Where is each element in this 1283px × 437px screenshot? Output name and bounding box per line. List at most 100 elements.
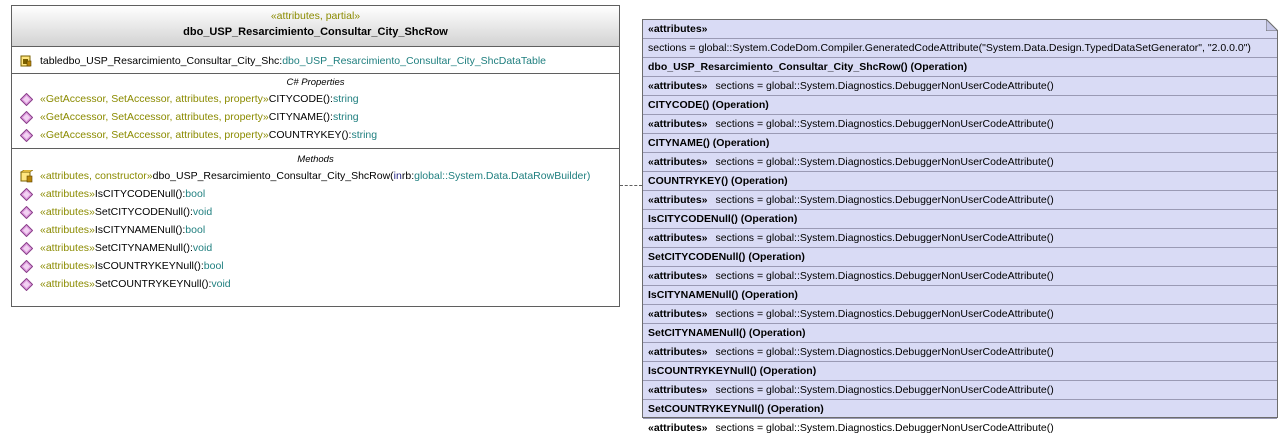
- note-entry-label: «attributes»: [648, 194, 708, 206]
- note-entry-value: sections = global::System.Diagnostics.De…: [715, 270, 1054, 282]
- note-entry-attributes: «attributes» sections = global::System.Di…: [643, 229, 1277, 248]
- method-type: bool: [203, 260, 224, 272]
- property-diamond-icon: [12, 92, 40, 106]
- note-entry-attributes: «attributes» sections = global::System.Di…: [643, 381, 1277, 400]
- constructor-lock-icon: [12, 169, 40, 183]
- property-type: string: [332, 111, 359, 123]
- property-stereotype: «GetAccessor, SetAccessor, attributes, p…: [40, 129, 269, 141]
- note-entry-value: sections = global::System.Diagnostics.De…: [715, 308, 1054, 320]
- note-entry-label: «attributes»: [648, 80, 708, 92]
- method-row[interactable]: «attributes» IsCITYNAMENull(): bool: [12, 221, 619, 239]
- note-header-value: sections = global::System.CodeDom.Compil…: [648, 42, 1251, 54]
- note-entry-value: sections = global::System.Diagnostics.De…: [715, 346, 1054, 358]
- method-stereotype: «attributes»: [40, 278, 95, 290]
- property-type: string: [332, 93, 359, 105]
- method-stereotype: «attributes»: [40, 188, 95, 200]
- note-entry-value: sections = global::System.Diagnostics.De…: [715, 384, 1054, 396]
- note-entry-title: SetCITYCODENull() (Operation): [643, 248, 1277, 267]
- attributes-note[interactable]: «attributes» sections = global::System.C…: [642, 19, 1278, 434]
- property-name: CITYNAME():: [268, 111, 333, 123]
- method-name: IsCOUNTRYKEYNull():: [94, 260, 204, 272]
- method-row[interactable]: «attributes» IsCOUNTRYKEYNull(): bool: [12, 257, 619, 275]
- note-entry-title: dbo_USP_Resarcimiento_Consultar_City_Shc…: [643, 58, 1277, 77]
- method-row[interactable]: «attributes» SetCITYNAMENull(): void: [12, 239, 619, 257]
- method-type: void: [211, 278, 231, 290]
- property-row-countrykey[interactable]: «GetAccessor, SetAccessor, attributes, p…: [12, 126, 619, 144]
- method-stereotype: «attributes»: [40, 224, 95, 236]
- note-entry-label: «attributes»: [648, 270, 708, 282]
- method-stereotype: «attributes»: [40, 260, 95, 272]
- note-entry-label: «attributes»: [648, 422, 708, 434]
- method-row[interactable]: «attributes» IsCITYCODENull(): bool: [12, 185, 619, 203]
- property-stereotype: «GetAccessor, SetAccessor, attributes, p…: [40, 111, 269, 123]
- property-name: COUNTRYKEY():: [268, 129, 352, 141]
- method-stereotype: «attributes»: [40, 242, 95, 254]
- note-entry-attributes: «attributes» sections = global::System.Di…: [643, 343, 1277, 362]
- method-type: bool: [185, 188, 206, 200]
- note-entry-attributes: «attributes» sections = global::System.Di…: [643, 267, 1277, 286]
- note-entry-title: IsCITYNAMENull() (Operation): [643, 286, 1277, 305]
- property-row-citycode[interactable]: «GetAccessor, SetAccessor, attributes, p…: [12, 90, 619, 108]
- note-entry-title: CITYNAME() (Operation): [643, 134, 1277, 153]
- note-entry-value: sections = global::System.Diagnostics.De…: [715, 80, 1054, 92]
- class-box[interactable]: «attributes, partial» dbo_USP_Resarcimie…: [11, 5, 620, 307]
- note-header-value-row: sections = global::System.CodeDom.Compil…: [643, 39, 1277, 58]
- note-entry-label: «attributes»: [648, 384, 708, 396]
- method-type: void: [192, 206, 213, 218]
- constructor-param-type: global::System.Data.DataRowBuilder): [414, 170, 591, 182]
- note-header-label: «attributes»: [648, 23, 708, 35]
- method-name: SetCITYNAMENull():: [94, 242, 193, 254]
- note-entry-value: sections = global::System.Diagnostics.De…: [715, 194, 1054, 206]
- method-row[interactable]: «attributes» SetCOUNTRYKEYNull(): void: [12, 275, 619, 293]
- note-entry-value: sections = global::System.Diagnostics.De…: [715, 422, 1054, 434]
- property-diamond-icon: [12, 110, 40, 124]
- note-entry-title: IsCITYCODENull() (Operation): [643, 210, 1277, 229]
- methods-title: Methods: [297, 154, 334, 165]
- method-name: IsCITYCODENull():: [94, 188, 186, 200]
- note-entry-label: «attributes»: [648, 308, 708, 320]
- property-stereotype: «GetAccessor, SetAccessor, attributes, p…: [40, 93, 269, 105]
- property-type: string: [351, 129, 378, 141]
- method-diamond-icon: [12, 205, 40, 219]
- field-row[interactable]: tabledbo_USP_Resarcimiento_Consultar_Cit…: [12, 52, 619, 70]
- method-stereotype: «attributes»: [40, 206, 95, 218]
- note-entry-label: «attributes»: [648, 118, 708, 130]
- methods-section: Methods «attributes, constructor» dbo_US…: [12, 149, 619, 293]
- note-entry-attributes: «attributes» sections = global::System.Di…: [643, 191, 1277, 210]
- method-diamond-icon: [12, 187, 40, 201]
- property-name: CITYCODE():: [268, 93, 333, 105]
- note-entry-value: sections = global::System.Diagnostics.De…: [715, 118, 1054, 130]
- note-entry-title: COUNTRYKEY() (Operation): [643, 172, 1277, 191]
- property-diamond-icon: [12, 128, 40, 142]
- note-entry-label: «attributes»: [648, 346, 708, 358]
- method-diamond-icon: [12, 223, 40, 237]
- method-diamond-icon: [12, 277, 40, 291]
- note-entry-label: «attributes»: [648, 156, 708, 168]
- note-entry-title: SetCOUNTRYKEYNull() (Operation): [643, 400, 1277, 419]
- method-name: SetCOUNTRYKEYNull():: [94, 278, 212, 290]
- method-diamond-icon: [12, 241, 40, 255]
- note-entry-title: IsCOUNTRYKEYNull() (Operation): [643, 362, 1277, 381]
- note-entry-attributes: «attributes» sections = global::System.Di…: [643, 77, 1277, 96]
- field-type: dbo_USP_Resarcimiento_Consultar_City_Shc…: [282, 55, 547, 67]
- properties-title: C# Properties: [286, 77, 345, 88]
- class-header[interactable]: «attributes, partial» dbo_USP_Resarcimie…: [12, 6, 619, 47]
- note-entry-value: sections = global::System.Diagnostics.De…: [715, 232, 1054, 244]
- class-name: dbo_USP_Resarcimiento_Consultar_City_Shc…: [183, 26, 448, 38]
- field-lock-icon: [12, 55, 40, 67]
- constructor-row[interactable]: «attributes, constructor» dbo_USP_Resarc…: [12, 167, 619, 185]
- note-header: «attributes»: [643, 20, 1277, 39]
- method-row[interactable]: «attributes» SetCITYCODENull(): void: [12, 203, 619, 221]
- fields-section: tabledbo_USP_Resarcimiento_Consultar_Cit…: [12, 47, 619, 74]
- constructor-param-direction: in: [393, 170, 402, 182]
- field-name: tabledbo_USP_Resarcimiento_Consultar_Cit…: [40, 55, 283, 67]
- class-stereotype: «attributes, partial»: [270, 10, 361, 22]
- note-entry-attributes: «attributes» sections = global::System.Di…: [643, 153, 1277, 172]
- method-name: SetCITYCODENull():: [94, 206, 193, 218]
- property-row-cityname[interactable]: «GetAccessor, SetAccessor, attributes, p…: [12, 108, 619, 126]
- note-entry-attributes: «attributes» sections = global::System.Di…: [643, 115, 1277, 134]
- constructor-name: dbo_USP_Resarcimiento_Consultar_City_Shc…: [152, 170, 394, 182]
- note-entry-label: «attributes»: [648, 232, 708, 244]
- constructor-param-name: rb:: [401, 170, 415, 182]
- note-connector[interactable]: [620, 185, 642, 186]
